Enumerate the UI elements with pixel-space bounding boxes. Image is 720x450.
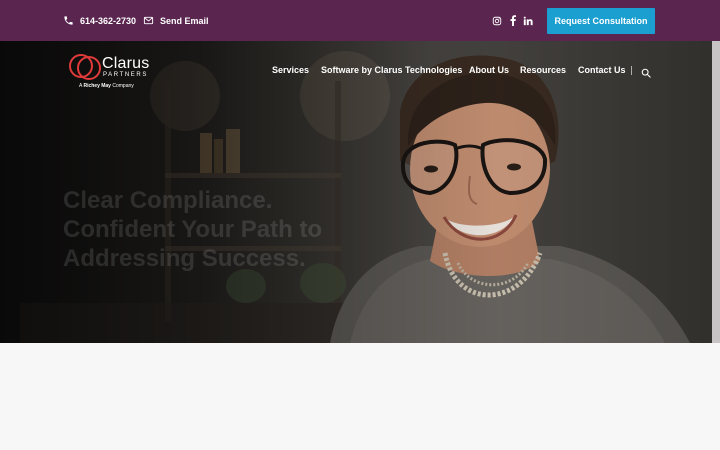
nav-item-resources[interactable]: Resources [520, 62, 566, 78]
facebook-icon [510, 15, 516, 26]
nav-item-contact-us[interactable]: Contact Us [578, 62, 626, 78]
envelope-icon [143, 16, 154, 25]
hero-right-edge [712, 41, 720, 343]
nav-item-about-us[interactable]: About Us [469, 62, 509, 78]
linkedin-icon [523, 16, 533, 25]
search-icon [641, 68, 651, 78]
content-area [0, 343, 720, 450]
search-button[interactable] [641, 65, 651, 83]
linkedin-link[interactable] [523, 0, 533, 41]
phone-icon [64, 16, 73, 25]
clarus-logo[interactable]: Clarus PARTNERS A Richey May Company [68, 53, 150, 91]
email-link[interactable]: Send Email [143, 0, 209, 41]
nav-item-software[interactable]: Software by Clarus Technologies [321, 62, 462, 78]
instagram-link[interactable] [492, 0, 502, 41]
facebook-link[interactable] [509, 0, 517, 41]
email-label: Send Email [160, 15, 209, 26]
logo-rings-icon [69, 54, 101, 80]
logo-wordmark: Clarus [102, 55, 150, 72]
logo-tagline: A Richey May Company [79, 83, 134, 89]
phone-link[interactable]: 614-362-2730 [63, 0, 136, 41]
request-consultation-button[interactable]: Request Consultation [547, 8, 655, 34]
logo-partners: PARTNERS [103, 72, 148, 78]
logo-tag-suffix: Company [112, 83, 134, 89]
logo-tag-prefix: A [79, 83, 83, 89]
nav-separator [631, 66, 632, 75]
phone-number: 614-362-2730 [80, 15, 137, 26]
instagram-icon [492, 16, 502, 25]
nav-item-services[interactable]: Services [272, 62, 309, 78]
hero-headline: Clear Compliance. Confident Your Path to… [63, 187, 323, 272]
logo-tag-bold: Richey May [83, 83, 111, 89]
top-utility-bar: 614-362-2730 Send Email Request Consulta… [0, 0, 720, 41]
